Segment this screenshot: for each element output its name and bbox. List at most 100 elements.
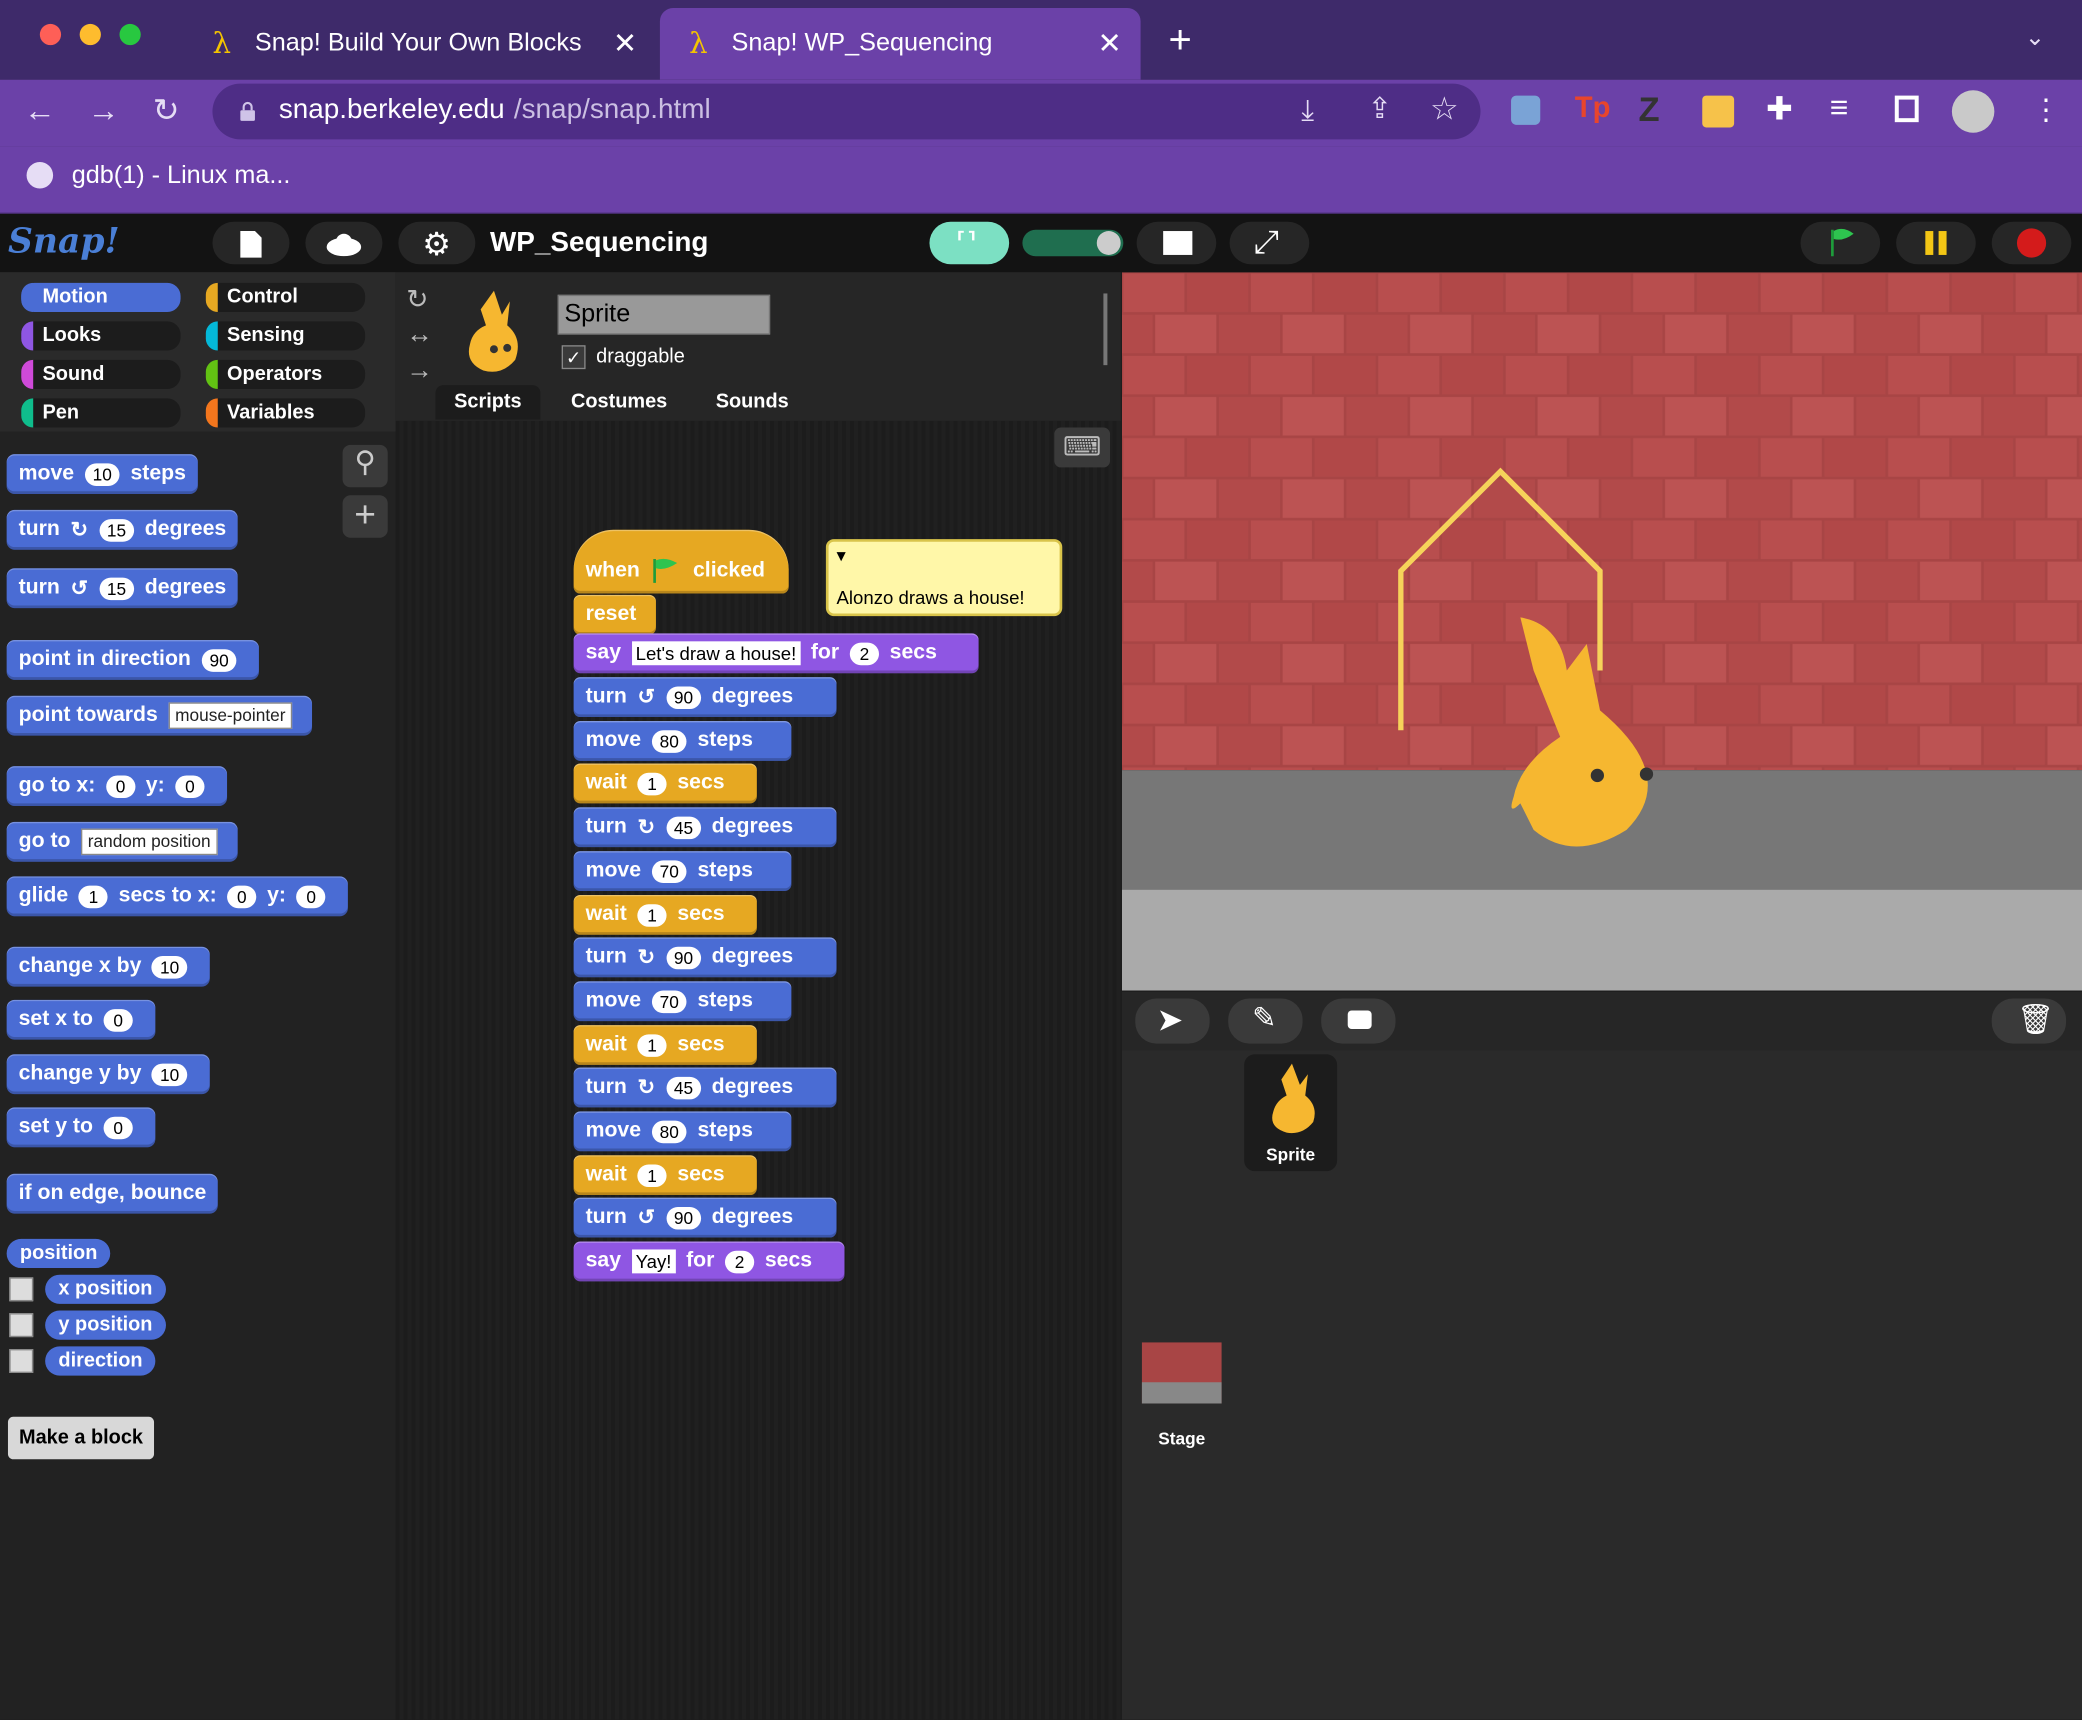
block-point-towards[interactable]: point towards mouse-pointer bbox=[6, 695, 313, 736]
block-turn[interactable]: turn ↻ 45 degrees bbox=[573, 807, 837, 848]
category-pen[interactable]: Pen bbox=[21, 398, 181, 428]
block-input-slot[interactable]: 80 bbox=[651, 1120, 687, 1143]
close-tab-icon[interactable]: ✕ bbox=[613, 27, 637, 62]
category-sound[interactable]: Sound bbox=[21, 359, 181, 390]
chrome-menu-icon[interactable]: ⋮ bbox=[2032, 93, 2061, 128]
trash-button[interactable]: 🗑 bbox=[1991, 998, 2067, 1044]
category-motion[interactable]: Motion bbox=[21, 282, 181, 313]
new-tab-icon[interactable]: + bbox=[1168, 19, 1191, 64]
stage[interactable] bbox=[1121, 272, 2082, 991]
extensions-puzzle-icon[interactable]: ✚ bbox=[1766, 90, 1793, 129]
block-wait[interactable]: wait 1 secs bbox=[573, 1155, 757, 1196]
block-turn-counterclockwise[interactable]: turn ↺ 15 degrees bbox=[6, 568, 239, 609]
zoom-window-button[interactable] bbox=[119, 23, 141, 46]
bookmark-star-icon[interactable]: ☆ bbox=[1430, 90, 1459, 129]
side-panel-icon[interactable] bbox=[1894, 95, 1919, 123]
tab-scripts[interactable]: Scripts bbox=[435, 385, 541, 420]
category-control[interactable]: Control bbox=[205, 282, 366, 313]
sprite-bar-scroll[interactable] bbox=[1103, 293, 1108, 366]
back-icon[interactable]: ← bbox=[24, 93, 56, 130]
share-icon[interactable]: ⇪ bbox=[1368, 92, 1392, 127]
script-comment[interactable]: ▾ Alonzo draws a house! bbox=[825, 539, 1063, 617]
turtle-sprite-button[interactable]: ➤ bbox=[1135, 998, 1210, 1044]
block-move[interactable]: move 80 steps bbox=[573, 721, 792, 761]
block-turn[interactable]: turn ↺ 90 degrees bbox=[573, 677, 837, 718]
extension-drive-icon[interactable] bbox=[1702, 95, 1735, 128]
block-reset[interactable]: reset bbox=[573, 594, 656, 635]
stage-thumbnail[interactable] bbox=[1141, 1342, 1222, 1404]
slider-knob[interactable] bbox=[1096, 231, 1121, 255]
collapse-comment-icon[interactable]: ▾ bbox=[837, 544, 846, 567]
block-turn[interactable]: turn ↻ 90 degrees bbox=[573, 937, 837, 978]
extension-z-icon[interactable]: Z bbox=[1639, 89, 1660, 130]
block-go-to[interactable]: go to random position bbox=[6, 821, 238, 862]
rotate-style-none-icon[interactable]: → bbox=[406, 356, 433, 387]
block-move[interactable]: move 70 steps bbox=[573, 981, 792, 1022]
x-position-checkbox[interactable] bbox=[9, 1277, 34, 1302]
direction-checkbox[interactable] bbox=[9, 1349, 34, 1373]
camera-sprite-button[interactable] bbox=[1321, 998, 1396, 1044]
category-looks[interactable]: Looks bbox=[21, 321, 181, 351]
extension-tp-icon[interactable]: Tp bbox=[1575, 90, 1611, 125]
block-input-slot[interactable]: 1 bbox=[637, 772, 667, 795]
block-input-slot[interactable]: 1 bbox=[637, 1033, 667, 1057]
block-input-slot[interactable]: 80 bbox=[651, 729, 687, 753]
block-point-in-direction[interactable]: point in direction 90 bbox=[6, 640, 260, 680]
green-flag-button[interactable] bbox=[1800, 221, 1881, 265]
block-when-flag-clicked[interactable]: when clicked bbox=[573, 529, 789, 594]
add-block-icon[interactable]: + bbox=[342, 495, 388, 538]
close-tab-icon[interactable]: ✕ bbox=[1098, 27, 1122, 62]
install-app-icon[interactable]: ⤓ bbox=[1301, 93, 1314, 128]
project-menu-button[interactable] bbox=[212, 221, 290, 265]
block-move[interactable]: move 80 steps bbox=[573, 1111, 792, 1152]
block-say-for-secs[interactable]: say Yay! for 2 secs bbox=[573, 1241, 845, 1282]
rotate-style-any-icon[interactable]: ↻ bbox=[406, 283, 428, 316]
block-wait[interactable]: wait 1 secs bbox=[573, 1025, 757, 1065]
block-say-for-secs[interactable]: say Let's draw a house! for 2 secs bbox=[573, 633, 979, 674]
block-input-slot[interactable]: 1 bbox=[637, 903, 667, 927]
block-turn[interactable]: turn ↻ 45 degrees bbox=[573, 1067, 837, 1108]
block-turn[interactable]: turn ↺ 90 degrees bbox=[573, 1197, 837, 1238]
forward-icon[interactable]: → bbox=[88, 93, 120, 130]
profile-avatar[interactable] bbox=[1951, 90, 1995, 133]
block-input-slot[interactable]: 90 bbox=[665, 685, 702, 709]
block-change-y[interactable]: change y by 10 bbox=[6, 1054, 210, 1095]
draggable-checkbox[interactable]: ✓ bbox=[561, 345, 586, 370]
corral-sprite-icon[interactable]: Sprite bbox=[1244, 1054, 1338, 1172]
block-bounce[interactable]: if on edge, bounce bbox=[6, 1173, 219, 1214]
reporter-position[interactable]: position bbox=[6, 1238, 111, 1269]
block-input-slot[interactable]: 45 bbox=[665, 1076, 702, 1099]
category-operators[interactable]: Operators bbox=[205, 359, 366, 390]
block-turn-clockwise[interactable]: turn ↻ 15 degrees bbox=[6, 509, 239, 550]
reporter-y-position[interactable]: y position bbox=[45, 1310, 166, 1340]
bookmark-gdb[interactable]: gdb(1) - Linux ma... bbox=[72, 162, 291, 191]
block-move-steps[interactable]: move 10 steps bbox=[6, 454, 198, 494]
block-wait[interactable]: wait 1 secs bbox=[573, 894, 757, 935]
stage-size-toggle[interactable] bbox=[1136, 221, 1217, 265]
media-queue-icon[interactable]: ≡ bbox=[1830, 90, 1849, 127]
stepping-slider[interactable] bbox=[1022, 229, 1124, 257]
tab-search-chevron-icon[interactable]: ⌄ bbox=[2025, 24, 2045, 52]
snap-logo[interactable]: Snap! bbox=[8, 222, 120, 262]
reporter-direction[interactable]: direction bbox=[45, 1346, 156, 1376]
block-input-slot[interactable]: 70 bbox=[651, 859, 687, 883]
visible-stepping-button[interactable]: ⸢⸣ bbox=[929, 221, 1010, 265]
minimize-window-button[interactable] bbox=[79, 23, 101, 46]
presentation-mode-button[interactable]: ⤢ bbox=[1229, 221, 1310, 265]
block-input-slot[interactable]: 1 bbox=[637, 1163, 667, 1187]
sprite-name-field[interactable]: Sprite bbox=[557, 294, 771, 335]
close-window-button[interactable] bbox=[39, 23, 62, 46]
block-move[interactable]: move 70 steps bbox=[573, 851, 792, 891]
block-set-y[interactable]: set y to 0 bbox=[6, 1107, 156, 1148]
scripts-area[interactable]: ⌨ when clicked reset say Let's draw a hou… bbox=[395, 420, 1121, 1720]
stop-button[interactable] bbox=[1991, 221, 2072, 265]
pause-button[interactable] bbox=[1896, 221, 1976, 265]
block-go-to-xy[interactable]: go to x: 0 y: 0 bbox=[6, 766, 228, 806]
url-field[interactable]: snap.berkeley.edu /snap/snap.html ⤓ ⇪ ☆ bbox=[212, 83, 1481, 140]
tab-sounds[interactable]: Sounds bbox=[697, 385, 807, 420]
reload-icon[interactable]: ↻ bbox=[153, 92, 180, 131]
block-wait[interactable]: wait 1 secs bbox=[573, 763, 757, 804]
tab-costumes[interactable]: Costumes bbox=[552, 385, 685, 420]
keyboard-entry-icon[interactable]: ⌨ bbox=[1054, 427, 1111, 468]
block-input-slot[interactable]: 45 bbox=[665, 815, 702, 839]
